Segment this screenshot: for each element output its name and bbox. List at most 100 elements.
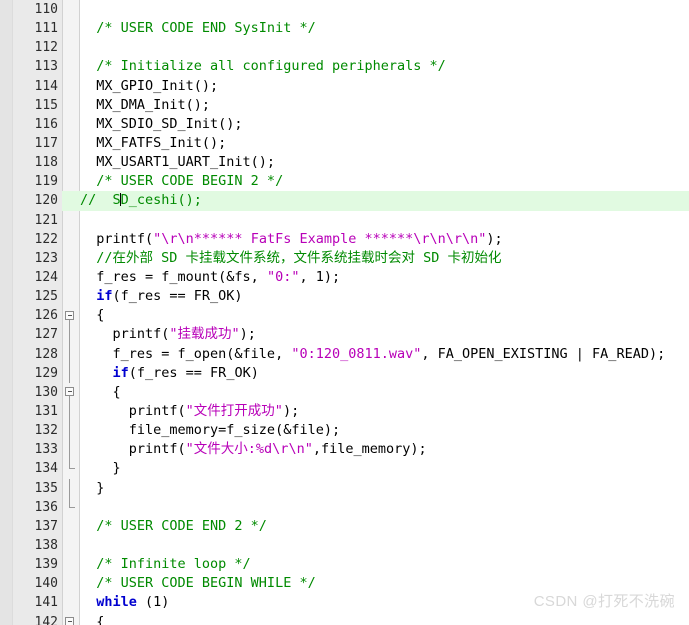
line-number: 130 [34, 384, 58, 400]
code-text[interactable]: } [80, 479, 104, 498]
fold-cell [62, 555, 78, 574]
code-text[interactable]: /* Initialize all configured peripherals… [80, 57, 446, 76]
code-line[interactable]: 142 { [0, 613, 689, 625]
code-lines-container[interactable]: 110 111 /* USER CODE END SysInit */ 112 113… [0, 0, 689, 625]
fold-cell [62, 440, 78, 460]
code-text[interactable]: printf("文件打开成功"); [80, 402, 299, 421]
code-text[interactable]: printf("挂载成功"); [80, 325, 256, 344]
code-text[interactable]: MX_SDIO_SD_Init(); [80, 115, 242, 134]
code-line[interactable]: 132 file_memory=f_size(&file); [0, 421, 689, 441]
line-number: 121 [34, 212, 58, 228]
line-number: 117 [34, 135, 58, 151]
fold-collapse-icon[interactable] [65, 387, 74, 397]
csdn-watermark: CSDN @打死不洗碗 [533, 593, 675, 610]
fold-cell[interactable] [62, 306, 78, 326]
line-number: 114 [34, 78, 58, 94]
code-line[interactable]: 136 [0, 497, 689, 517]
code-text[interactable]: /* USER CODE END 2 */ [80, 517, 267, 536]
token-pln: f_res = f_open(&file, [80, 345, 292, 362]
token-cmt: /* Initialize all configured peripherals… [80, 58, 446, 75]
token-cmt: /* Infinite loop */ [80, 556, 251, 573]
code-line[interactable]: 139 /* Infinite loop */ [0, 555, 689, 574]
token-str: "0:" [266, 268, 300, 285]
token-pln: ); [282, 402, 300, 419]
fold-collapse-icon[interactable] [65, 617, 74, 625]
code-text[interactable]: MX_DMA_Init(); [80, 96, 210, 115]
code-line[interactable]: 115 MX_DMA_Init(); [0, 96, 689, 115]
fold-tree-line [69, 363, 70, 383]
code-line[interactable]: 134 } [0, 459, 689, 478]
fold-cell [62, 211, 78, 230]
code-line[interactable]: 130 { [0, 383, 689, 402]
code-line[interactable]: 128 f_res = f_open(&file, "0:120_0811.wa… [0, 344, 689, 364]
fold-tree-line [69, 344, 70, 364]
code-text[interactable]: /* USER CODE BEGIN WHILE */ [80, 574, 315, 593]
code-line[interactable]: 120 // SD_ceshi(); [0, 191, 689, 211]
code-line[interactable]: 123 //在外部 SD 卡挂载文件系统，文件系统挂载时会对 SD 卡初始化 [0, 249, 689, 268]
code-text[interactable]: /* USER CODE END SysInit */ [80, 19, 315, 38]
line-number: 118 [34, 155, 58, 171]
code-line[interactable]: 135 } [0, 478, 689, 498]
code-text[interactable]: { [80, 613, 104, 625]
token-pln: MX_USART1_UART_Init(); [80, 154, 276, 171]
code-line[interactable]: 124 f_res = f_mount(&fs, "0:", 1); [0, 268, 689, 287]
fold-cell [62, 230, 78, 249]
code-line[interactable]: 112 [0, 38, 689, 57]
fold-cell[interactable] [62, 613, 78, 625]
fold-cell[interactable] [62, 383, 78, 402]
line-number: 127 [34, 327, 58, 343]
line-number: 141 [34, 595, 58, 611]
code-line[interactable]: 116 MX_SDIO_SD_Init(); [0, 115, 689, 134]
line-number: 112 [34, 40, 58, 56]
code-text[interactable]: if(f_res == FR_OK) [80, 364, 259, 383]
code-line[interactable]: 125 if(f_res == FR_OK) [0, 287, 689, 306]
code-line[interactable]: 131 printf("文件打开成功"); [0, 401, 689, 422]
code-text[interactable]: // SD_ceshi(); [80, 191, 202, 210]
code-line[interactable]: 121 [0, 211, 689, 230]
fold-cell [62, 325, 78, 345]
code-text[interactable]: { [80, 383, 121, 402]
line-number: 134 [34, 461, 58, 477]
code-text[interactable]: /* Infinite loop */ [80, 555, 251, 574]
code-text[interactable]: f_res = f_mount(&fs, "0:", 1); [80, 268, 340, 287]
token-pln: MX_DMA_Init(); [80, 96, 211, 113]
code-line[interactable]: 122 printf("\r\n****** FatFs Example ***… [0, 230, 689, 249]
code-line[interactable]: 119 /* USER CODE BEGIN 2 */ [0, 172, 689, 191]
code-line[interactable]: 137 /* USER CODE END 2 */ [0, 517, 689, 536]
code-editor[interactable]: 110 111 /* USER CODE END SysInit */ 112 113… [0, 0, 689, 625]
code-text[interactable]: { [80, 306, 104, 325]
code-text[interactable]: //在外部 SD 卡挂载文件系统，文件系统挂载时会对 SD 卡初始化 [80, 249, 501, 268]
code-text[interactable]: printf("\r\n****** FatFs Example ******\… [80, 230, 502, 249]
code-text[interactable]: MX_USART1_UART_Init(); [80, 153, 275, 172]
code-line[interactable]: 113 /* Initialize all configured periphe… [0, 57, 689, 76]
code-text[interactable]: f_res = f_open(&file, "0:120_0811.wav", … [80, 345, 666, 364]
code-text[interactable]: file_memory=f_size(&file); [80, 421, 340, 440]
code-text[interactable]: MX_FATFS_Init(); [80, 134, 226, 153]
code-text[interactable]: /* USER CODE BEGIN 2 */ [80, 172, 283, 191]
code-line[interactable]: 127 printf("挂载成功"); [0, 325, 689, 345]
line-number: 140 [34, 576, 58, 592]
token-pln: MX_FATFS_Init(); [80, 134, 227, 151]
code-line[interactable]: 117 MX_FATFS_Init(); [0, 134, 689, 153]
code-text[interactable]: while (1) [80, 593, 169, 612]
code-text[interactable]: if(f_res == FR_OK) [80, 287, 242, 306]
line-number: 110 [34, 2, 58, 17]
line-number: 119 [34, 174, 58, 190]
code-line[interactable]: 129 if(f_res == FR_OK) [0, 363, 689, 383]
fold-cell [62, 459, 78, 478]
fold-tree-line [69, 325, 70, 345]
code-line[interactable]: 114 MX_GPIO_Init(); [0, 77, 689, 96]
fold-collapse-icon[interactable] [65, 310, 74, 320]
code-line[interactable]: 110 [0, 0, 689, 19]
code-line[interactable]: 111 /* USER CODE END SysInit */ [0, 19, 689, 38]
token-str: "0:120_0811.wav" [291, 345, 422, 362]
line-number: 124 [34, 269, 58, 285]
code-text[interactable]: MX_GPIO_Init(); [80, 77, 218, 96]
token-str: "文件打开成功" [185, 402, 283, 419]
code-line[interactable]: 138 [0, 536, 689, 555]
code-line[interactable]: 126 { [0, 306, 689, 326]
code-text[interactable]: printf("文件大小:%d\r\n",file_memory); [80, 440, 427, 459]
code-line[interactable]: 118 MX_USART1_UART_Init(); [0, 153, 689, 172]
code-text[interactable]: } [80, 459, 121, 478]
code-line[interactable]: 133 printf("文件大小:%d\r\n",file_memory); [0, 440, 689, 460]
